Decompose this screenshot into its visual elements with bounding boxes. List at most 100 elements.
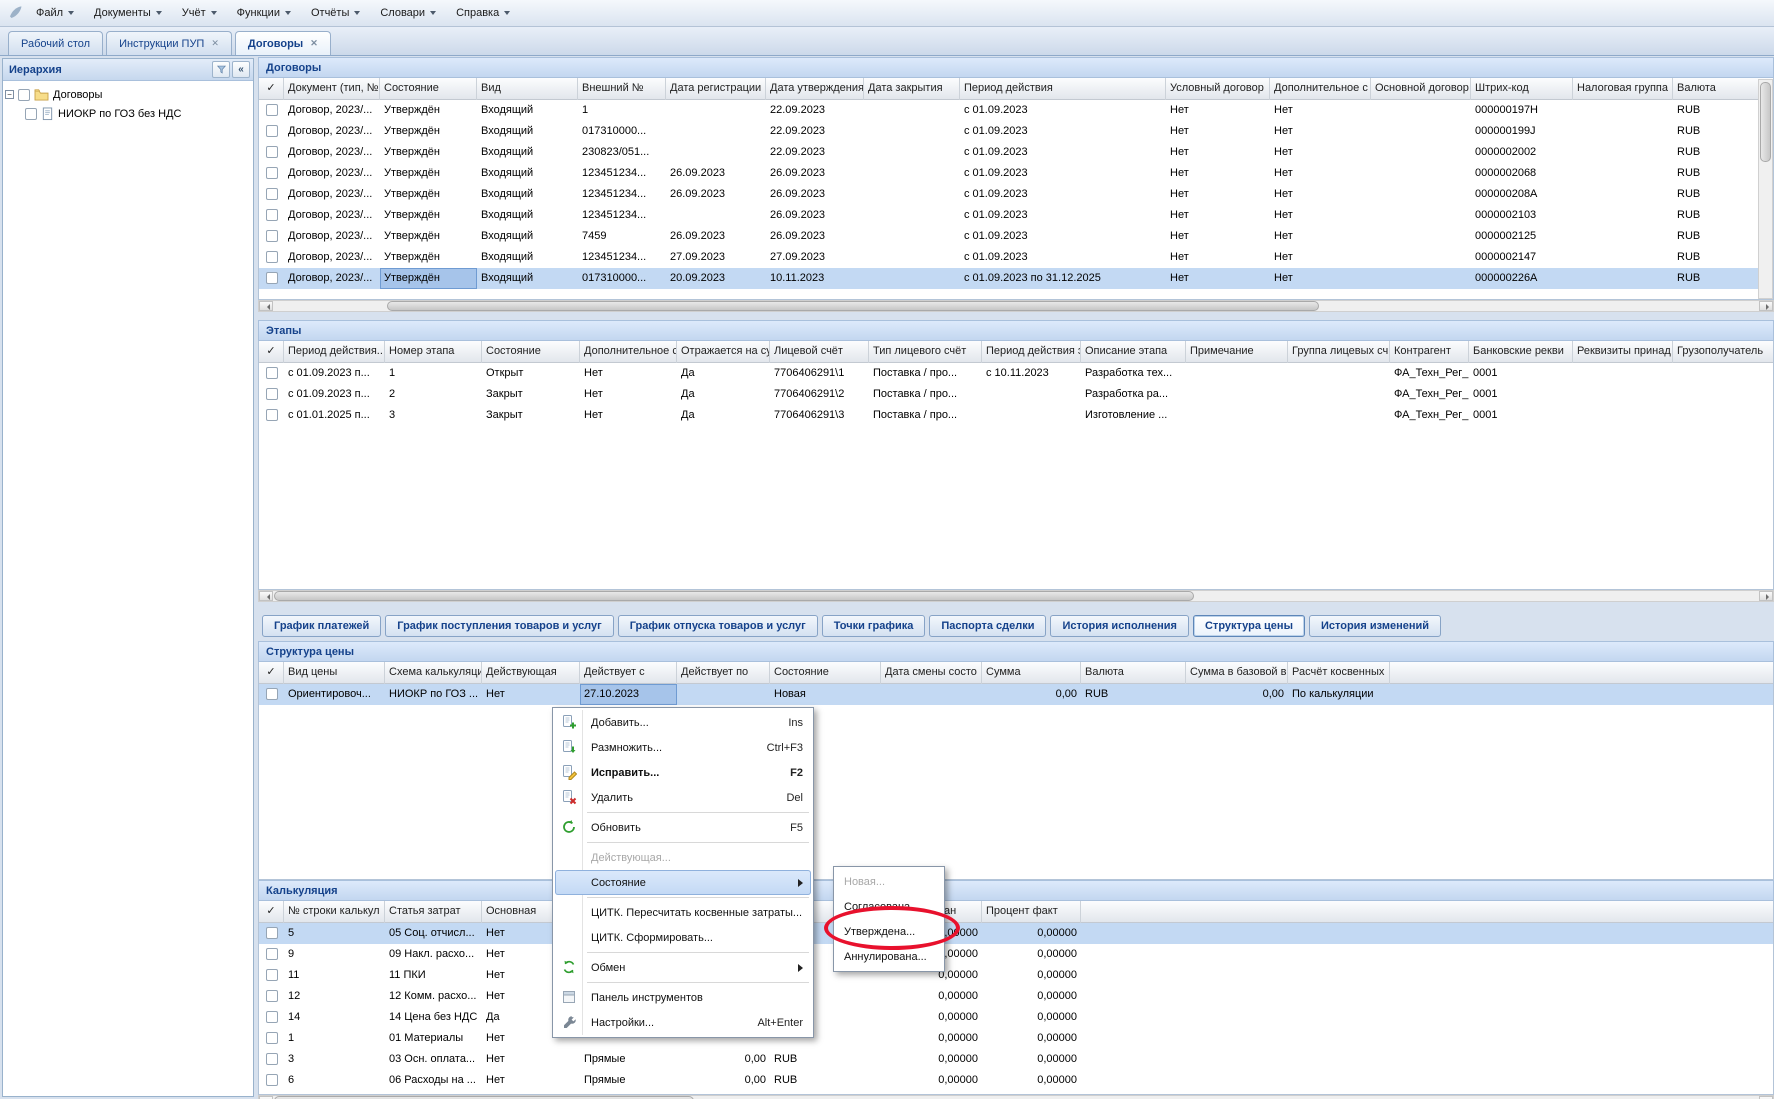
column-header[interactable]: Документ (тип, №	[284, 78, 380, 100]
column-header[interactable]: ✓	[259, 901, 284, 923]
column-header[interactable]: Дополнительное с	[580, 341, 677, 363]
row-checkbox[interactable]	[266, 1011, 278, 1023]
menu-accounting[interactable]: Учёт	[172, 3, 227, 24]
subtab-goods-receipt-schedule[interactable]: График поступления товаров и услуг	[385, 615, 613, 637]
column-header[interactable]: Условный договор	[1166, 78, 1270, 100]
tab-contracts[interactable]: Договоры✕	[235, 31, 331, 55]
column-header[interactable]: Грузополучатель	[1673, 341, 1774, 363]
column-header[interactable]: Действует по	[677, 662, 770, 684]
row-checkbox[interactable]	[266, 125, 278, 137]
table-row[interactable]: Договор, 2023/...УтверждёнВходящий230823…	[259, 142, 1773, 163]
table-row[interactable]: Договор, 2023/...УтверждёнВходящий745926…	[259, 226, 1773, 247]
column-header[interactable]: Процент факт	[982, 901, 1081, 923]
menu-item-settings[interactable]: Настройки... Alt+Enter	[555, 1010, 811, 1035]
menu-item-citk-recalc[interactable]: ЦИТК. Пересчитать косвенные затраты...	[555, 900, 811, 925]
filter-button[interactable]	[212, 61, 230, 78]
tree-checkbox[interactable]	[25, 108, 37, 120]
menu-item-delete[interactable]: Удалить Del	[555, 785, 811, 810]
column-header[interactable]: Тип лицевого счёт	[869, 341, 982, 363]
row-checkbox[interactable]	[266, 367, 278, 379]
column-header[interactable]: Период действия..	[284, 341, 385, 363]
column-header[interactable]: Действующая	[482, 662, 580, 684]
column-header[interactable]: Вид	[477, 78, 578, 100]
horizontal-scrollbar[interactable]	[258, 300, 1774, 312]
column-header[interactable]: Валюта	[1081, 662, 1186, 684]
scrollbar-thumb[interactable]	[387, 301, 1319, 311]
column-header[interactable]: Налоговая группа	[1573, 78, 1673, 100]
row-checkbox[interactable]	[266, 1032, 278, 1044]
column-header[interactable]: Дата закрытия	[864, 78, 960, 100]
subtab-schedule-points[interactable]: Точки графика	[822, 615, 926, 637]
column-header[interactable]: Статья затрат	[385, 901, 482, 923]
horizontal-scrollbar[interactable]	[258, 590, 1774, 602]
subtab-price-structure[interactable]: Структура цены	[1193, 615, 1305, 637]
tree-node-niokr[interactable]: НИОКР по ГОЗ без НДС	[5, 104, 251, 123]
table-row[interactable]: Договор, 2023/...УтверждёнВходящий123451…	[259, 205, 1773, 226]
scroll-right-arrow[interactable]	[1759, 591, 1773, 601]
menu-dictionaries[interactable]: Словари	[370, 3, 446, 24]
table-row[interactable]: 1414 Цена без НДСДа0,000000,00000	[259, 1007, 1773, 1028]
row-checkbox[interactable]	[266, 209, 278, 221]
scrollbar-thumb[interactable]	[1760, 82, 1771, 162]
column-header[interactable]: Номер этапа	[385, 341, 482, 363]
row-checkbox[interactable]	[266, 146, 278, 158]
submenu-item-agreed[interactable]: Согласована...	[836, 894, 942, 919]
submenu-item-annulled[interactable]: Аннулирована...	[836, 944, 942, 969]
table-row[interactable]: 1212 Комм. расхо...Нет0,000000,00000	[259, 986, 1773, 1007]
row-checkbox[interactable]	[266, 688, 278, 700]
menu-reports[interactable]: Отчёты	[301, 3, 370, 24]
row-checkbox[interactable]	[266, 1074, 278, 1086]
tab-desktop[interactable]: Рабочий стол	[8, 31, 103, 55]
column-header[interactable]: Описание этапа	[1081, 341, 1186, 363]
subtab-payment-schedule[interactable]: График платежей	[262, 615, 381, 637]
table-row[interactable]: Договор, 2023/...УтверждёнВходящий122.09…	[259, 100, 1773, 121]
column-header[interactable]: ✓	[259, 78, 284, 100]
column-header[interactable]: Примечание	[1186, 341, 1288, 363]
menu-item-citk-form[interactable]: ЦИТК. Сформировать...	[555, 925, 811, 950]
column-header[interactable]: Реквизиты принад	[1573, 341, 1673, 363]
table-row[interactable]: 505 Соц. отчисл...Нет0,000000,00000	[259, 923, 1773, 944]
row-checkbox[interactable]	[266, 409, 278, 421]
menu-item-edit[interactable]: Исправить... F2	[555, 760, 811, 785]
column-header[interactable]: Действует с	[580, 662, 677, 684]
column-header[interactable]: № строки калькул	[284, 901, 385, 923]
menu-documents[interactable]: Документы	[84, 3, 172, 24]
table-row[interactable]: Договор, 2023/...УтверждёнВходящий123451…	[259, 163, 1773, 184]
column-header[interactable]: Банковские рекви	[1469, 341, 1573, 363]
column-header[interactable]: Состояние	[380, 78, 477, 100]
table-row[interactable]: 909 Накл. расхо...Нет0,000000,00000	[259, 944, 1773, 965]
submenu-item-approved[interactable]: Утверждена...	[836, 919, 942, 944]
row-checkbox[interactable]	[266, 272, 278, 284]
row-checkbox[interactable]	[266, 167, 278, 179]
scrollbar-thumb[interactable]	[274, 591, 1194, 601]
scroll-right-arrow[interactable]	[1759, 301, 1773, 311]
table-row[interactable]: 303 Осн. оплата...НетПрямые0,00RUB0,0000…	[259, 1049, 1773, 1070]
column-header[interactable]: Основной договор	[1371, 78, 1471, 100]
table-row[interactable]: Договор, 2023/...УтверждёнВходящий123451…	[259, 184, 1773, 205]
row-checkbox[interactable]	[266, 388, 278, 400]
column-header[interactable]: Дата утверждения	[766, 78, 864, 100]
column-header[interactable]: Штрих-код	[1471, 78, 1573, 100]
subtab-deal-passports[interactable]: Паспорта сделки	[929, 615, 1046, 637]
column-header[interactable]: Схема калькуляци	[385, 662, 482, 684]
close-icon[interactable]: ✕	[211, 39, 219, 48]
menu-item-add[interactable]: Добавить... Ins	[555, 710, 811, 735]
tree-checkbox[interactable]	[18, 89, 30, 101]
column-header[interactable]: ✓	[259, 662, 284, 684]
column-header[interactable]: Группа лицевых сч	[1288, 341, 1390, 363]
row-checkbox[interactable]	[266, 188, 278, 200]
table-row[interactable]: 101 МатериалыНет0,000000,00000	[259, 1028, 1773, 1049]
scroll-left-arrow[interactable]	[259, 301, 273, 311]
column-header[interactable]: Дата регистрации	[666, 78, 766, 100]
menu-item-state[interactable]: Состояние	[555, 870, 811, 895]
menu-item-toolbar[interactable]: Панель инструментов	[555, 985, 811, 1010]
table-row[interactable]: 606 Расходы на ...НетПрямые0,00RUB0,0000…	[259, 1070, 1773, 1091]
table-row[interactable]: с 01.09.2023 п...2ЗакрытНетДа7706406291\…	[259, 384, 1773, 405]
column-header[interactable]: Состояние	[770, 662, 881, 684]
tree-expander-icon[interactable]: −	[5, 90, 14, 99]
table-row[interactable]: Ориентировоч...НИОКР по ГОЗ ...Нет27.10.…	[259, 684, 1773, 705]
horizontal-scrollbar[interactable]	[258, 1095, 1774, 1099]
menu-item-exchange[interactable]: Обмен	[555, 955, 811, 980]
menu-item-refresh[interactable]: Обновить F5	[555, 815, 811, 840]
column-header[interactable]: Состояние	[482, 341, 580, 363]
